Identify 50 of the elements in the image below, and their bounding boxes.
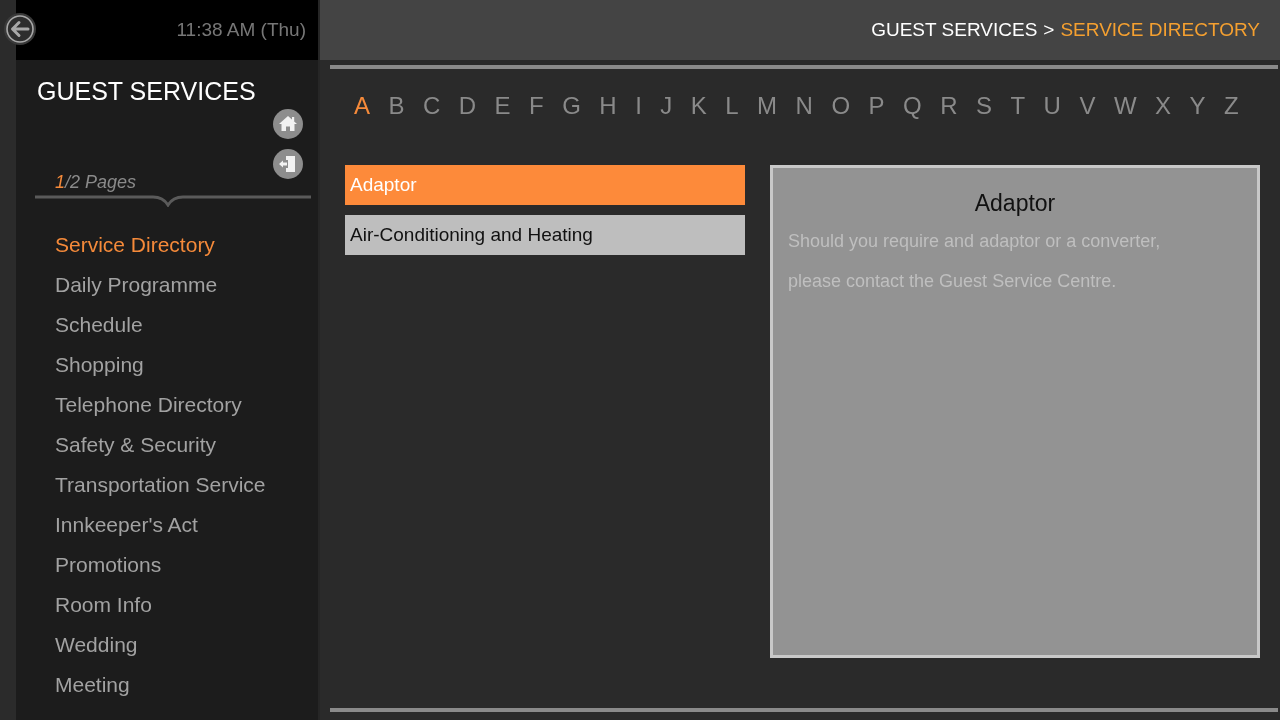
breadcrumb-current: SERVICE DIRECTORY: [1060, 17, 1260, 42]
letter-tab[interactable]: X: [1154, 91, 1172, 121]
letter-tab[interactable]: B: [387, 91, 406, 121]
letter-tab[interactable]: W: [1112, 91, 1138, 121]
letter-tab[interactable]: N: [794, 91, 814, 121]
letter-tab[interactable]: Z: [1222, 91, 1240, 121]
directory-entry[interactable]: Adaptor: [345, 165, 745, 205]
letter-tab[interactable]: J: [659, 91, 674, 121]
letter-tab[interactable]: M: [756, 91, 779, 121]
menu-item[interactable]: Wedding: [55, 625, 138, 665]
letter-tab[interactable]: S: [974, 91, 993, 121]
letter-tab[interactable]: F: [528, 91, 545, 121]
clock-text: 11:38 AM (Thu): [176, 17, 306, 42]
letter-tab[interactable]: C: [421, 91, 442, 121]
menu-item[interactable]: Transportation Service: [55, 465, 266, 505]
breadcrumb-parent[interactable]: GUEST SERVICES: [871, 15, 1038, 45]
letter-tab[interactable]: O: [830, 91, 852, 121]
letter-tab[interactable]: I: [634, 91, 643, 121]
menu-item[interactable]: Daily Programme: [55, 265, 218, 305]
letter-tab[interactable]: K: [689, 91, 708, 121]
menu-item[interactable]: Telephone Directory: [55, 385, 242, 425]
letter-tab[interactable]: V: [1078, 91, 1097, 121]
menu-item[interactable]: Room Info: [55, 585, 152, 625]
detail-title: Adaptor: [973, 189, 1057, 218]
letter-tab[interactable]: L: [724, 91, 740, 121]
breadcrumb-separator: >: [1043, 17, 1055, 42]
letter-tab[interactable]: U: [1042, 91, 1062, 121]
directory-entry[interactable]: Air-Conditioning and Heating: [345, 215, 745, 255]
menu-item[interactable]: Schedule: [55, 305, 143, 345]
letter-tab[interactable]: P: [867, 91, 886, 121]
menu-item[interactable]: Safety & Security: [55, 425, 217, 465]
menu-item[interactable]: Service Directory: [55, 225, 215, 265]
menu-item[interactable]: Shopping: [55, 345, 144, 385]
letter-tab[interactable]: A: [353, 91, 371, 121]
letter-tab[interactable]: Q: [902, 91, 923, 121]
letter-tab[interactable]: D: [457, 91, 478, 121]
menu-item[interactable]: Meeting: [55, 665, 130, 705]
letter-tab[interactable]: Y: [1188, 91, 1207, 121]
letter-tab[interactable]: G: [561, 91, 582, 121]
letter-tab[interactable]: R: [939, 91, 959, 121]
section-title: GUEST SERVICES: [37, 76, 256, 106]
back-button[interactable]: [3, 12, 37, 46]
letter-tab[interactable]: H: [598, 91, 618, 121]
menu-item[interactable]: Innkeeper's Act: [55, 505, 198, 545]
home-icon[interactable]: [273, 109, 303, 139]
page-indicator: 1/2 Pages: [55, 171, 137, 193]
letter-tab[interactable]: T: [1009, 91, 1027, 121]
letter-tab[interactable]: E: [493, 91, 512, 121]
menu-item[interactable]: Promotions: [55, 545, 162, 585]
exit-door-icon[interactable]: [273, 149, 303, 179]
